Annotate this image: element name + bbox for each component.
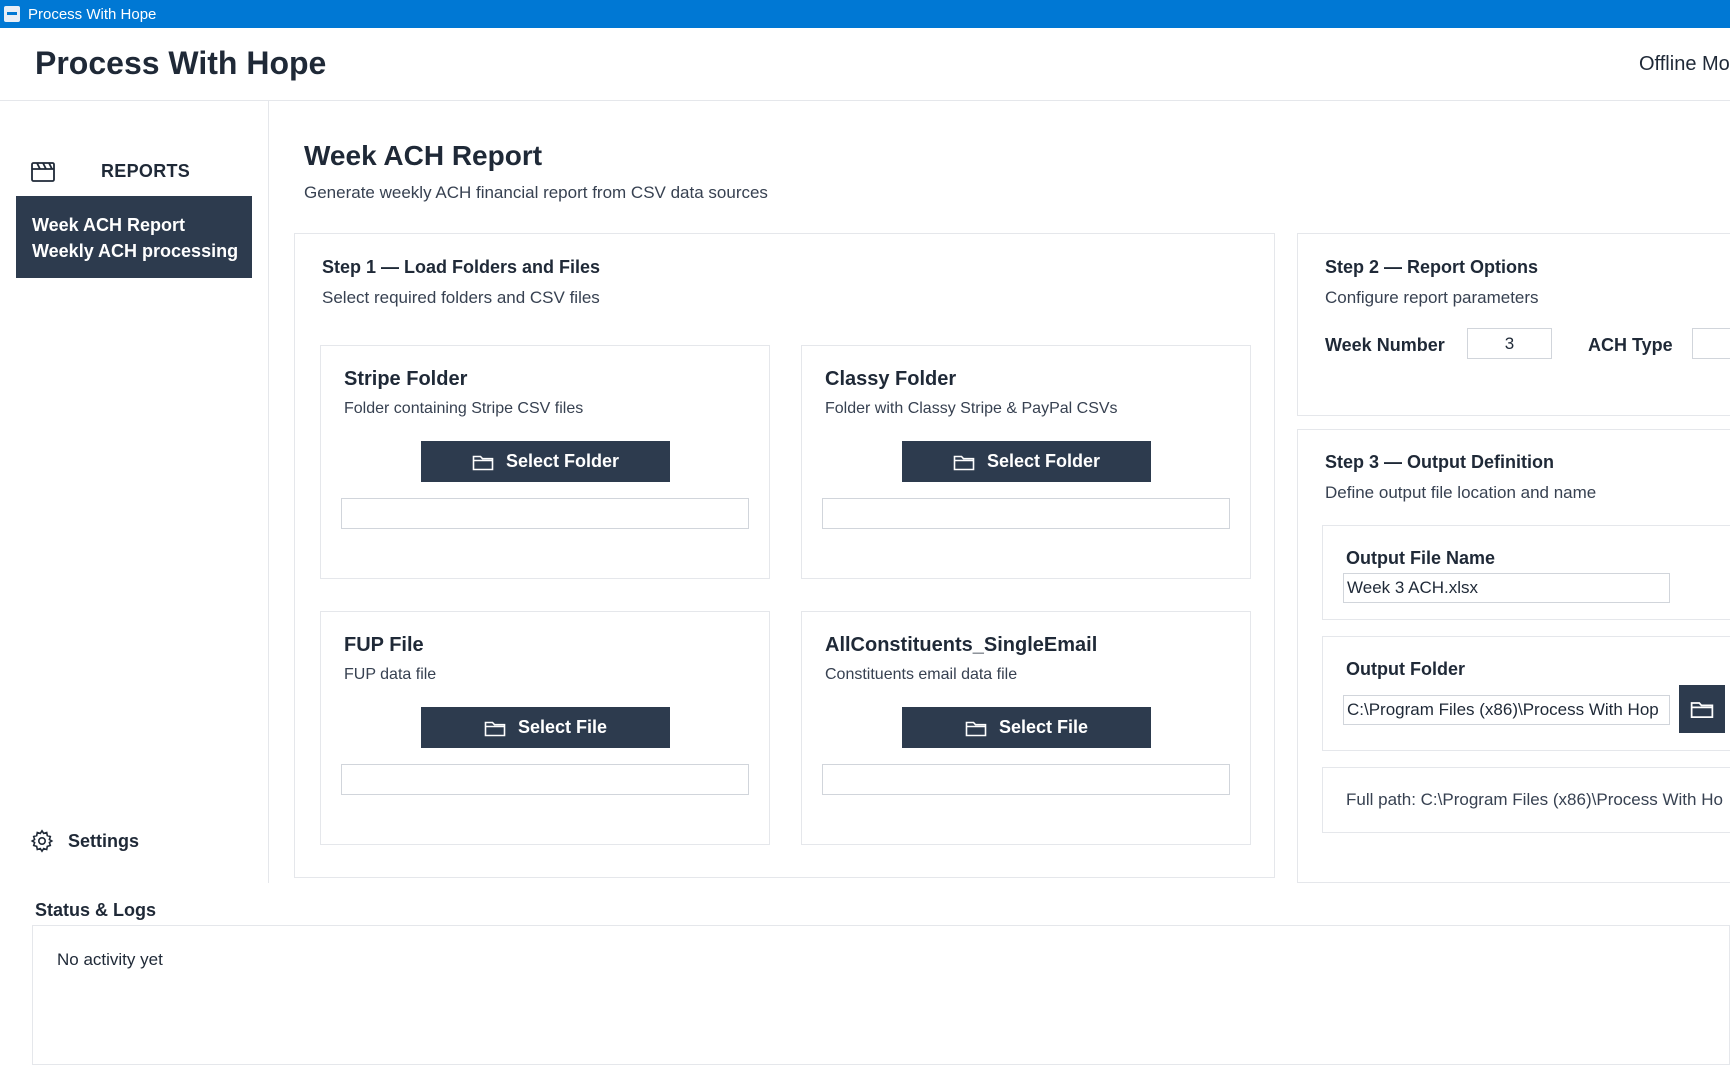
folder-icon [1690,702,1714,719]
step1-panel: Step 1 — Load Folders and Files Select r… [294,233,1275,878]
step3-title: Step 3 — Output Definition [1325,452,1554,472]
reports-icon [31,162,55,182]
week-number-input[interactable] [1467,328,1552,359]
constituents-file-card: AllConstituents_SingleEmail Constituents… [801,611,1251,845]
stripe-folder-card: Stripe Folder Folder containing Stripe C… [320,345,770,579]
select-fup-file-button[interactable]: Select File [421,707,670,748]
fup-file-path-input[interactable] [341,764,749,795]
card-subtitle: Constituents email data file [825,666,1018,683]
status-logs-title: Status & Logs [35,900,157,920]
sidebar-section-reports: REPORTS [30,159,190,183]
output-folder-input[interactable] [1343,695,1670,725]
step1-title: Step 1 — Load Folders and Files [322,257,601,277]
card-subtitle: FUP data file [344,666,437,683]
card-title: FUP File [344,634,424,656]
page-subtitle: Generate weekly ACH financial report fro… [304,183,768,202]
card-title: AllConstituents_SingleEmail [825,634,1098,656]
browse-output-folder-button[interactable] [1679,685,1725,733]
status-message: No activity yet [57,950,163,969]
select-stripe-folder-button[interactable]: Select Folder [421,441,670,482]
app-icon [4,6,20,22]
output-folder-box: Output Folder [1322,636,1730,751]
button-label: Select File [517,717,608,737]
gear-icon [30,829,54,853]
select-constituents-file-button[interactable]: Select File [902,707,1151,748]
step2-panel: Step 2 — Report Options Configure report… [1297,233,1730,416]
button-label: Select Folder [505,451,620,471]
folder-icon [953,455,975,470]
ach-type-label: ACH Type [1588,335,1673,355]
stripe-folder-path-input[interactable] [341,498,749,529]
sidebar-item-settings[interactable]: Settings [30,829,139,853]
sidebar-item-subtitle: Weekly ACH processing [32,241,239,261]
fup-file-card: FUP File FUP data file Select File [320,611,770,845]
step3-subtitle: Define output file location and name [1325,483,1597,502]
output-folder-label: Output Folder [1346,659,1465,679]
step3-panel: Step 3 — Output Definition Define output… [1297,429,1730,883]
status-log-area: No activity yet [32,925,1730,1065]
sidebar-item-title: Week ACH Report [32,215,186,235]
mode-indicator: Offline Mo [1639,53,1730,75]
output-file-name-label: Output File Name [1346,548,1496,568]
sidebar-section-label: REPORTS [101,161,191,181]
select-classy-folder-button[interactable]: Select Folder [902,441,1151,482]
sidebar: REPORTS Week ACH Report Weekly ACH proce… [0,101,269,883]
brand-title: Process With Hope [35,45,327,81]
full-path-box: Full path: C:\Program Files (x86)\Proces… [1322,767,1730,833]
classy-folder-path-input[interactable] [822,498,1230,529]
card-subtitle: Folder with Classy Stripe & PayPal CSVs [825,400,1118,417]
sidebar-item-week-ach-report[interactable]: Week ACH Report Weekly ACH processing [16,196,252,278]
full-path-text: Full path: C:\Program Files (x86)\Proces… [1346,790,1723,809]
window-title: Process With Hope [28,5,157,23]
settings-label: Settings [68,830,140,851]
button-label: Select File [998,717,1089,737]
card-title: Stripe Folder [344,368,468,390]
output-file-name-box: Output File Name [1322,525,1730,620]
app-header: Process With Hope Offline Mo [0,28,1730,101]
constituents-file-path-input[interactable] [822,764,1230,795]
step1-subtitle: Select required folders and CSV files [322,288,600,307]
output-file-name-input[interactable] [1343,573,1670,603]
folder-icon [965,721,987,736]
card-title: Classy Folder [825,368,957,390]
folder-icon [472,455,494,470]
step2-subtitle: Configure report parameters [1325,288,1539,307]
button-label: Select Folder [986,451,1101,471]
card-subtitle: Folder containing Stripe CSV files [344,400,584,417]
window-titlebar: Process With Hope [0,0,1730,28]
folder-icon [484,721,506,736]
step2-title: Step 2 — Report Options [1325,257,1539,277]
classy-folder-card: Classy Folder Folder with Classy Stripe … [801,345,1251,579]
page-title: Week ACH Report [304,140,543,171]
week-number-label: Week Number [1325,335,1445,355]
ach-type-select[interactable] [1692,328,1730,359]
